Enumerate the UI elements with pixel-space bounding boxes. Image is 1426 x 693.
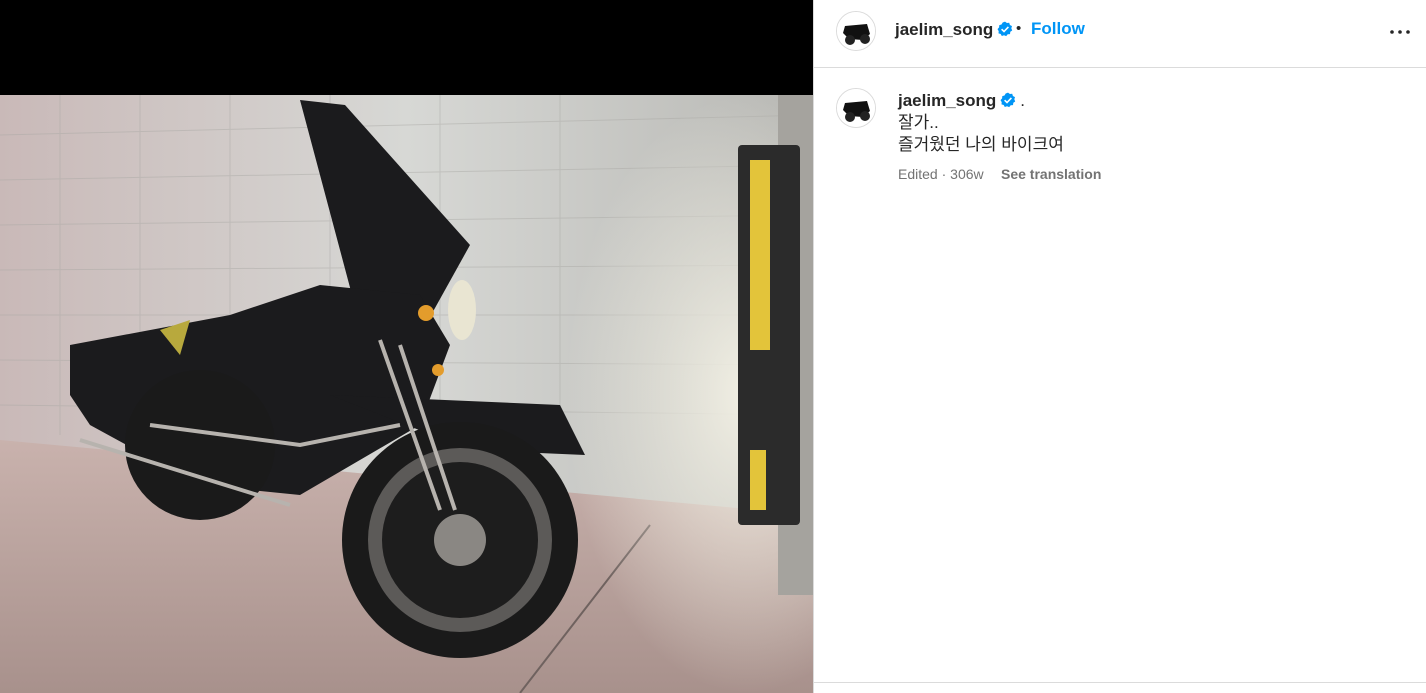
post-age[interactable]: 306w: [950, 166, 983, 182]
verified-badge-icon: [997, 21, 1013, 37]
caption-username[interactable]: jaelim_song.: [898, 91, 1025, 111]
post-media: [0, 0, 813, 693]
post-meta: Edited · 306w: [898, 166, 984, 182]
verified-badge-icon: [1000, 92, 1016, 108]
meta-separator: ·: [937, 166, 951, 182]
username-text[interactable]: jaelim_song: [895, 20, 993, 39]
edited-label: Edited: [898, 166, 938, 182]
caption-text: 잘가.. 즐거웠던 나의 바이크여: [898, 113, 1064, 154]
caption-suffix: .: [1020, 91, 1025, 110]
follow-button[interactable]: Follow: [1031, 19, 1085, 39]
divider: [814, 682, 1426, 683]
avatar-bike-icon: [837, 12, 875, 50]
avatar-bike-icon: [837, 89, 875, 127]
header-username[interactable]: jaelim_song: [895, 20, 1013, 40]
post-header: jaelim_song • Follow: [814, 0, 1426, 68]
post-photo-motorcycle[interactable]: [0, 95, 813, 693]
more-options-icon[interactable]: [1388, 20, 1412, 44]
see-translation-button[interactable]: See translation: [1001, 166, 1101, 182]
caption-avatar[interactable]: [836, 88, 876, 128]
caption-username-text[interactable]: jaelim_song: [898, 91, 996, 110]
avatar[interactable]: [836, 11, 876, 51]
post-details-panel: jaelim_song • Follow jaelim_song. 잘가.. 즐…: [813, 0, 1426, 693]
separator-dot: •: [1016, 20, 1022, 37]
